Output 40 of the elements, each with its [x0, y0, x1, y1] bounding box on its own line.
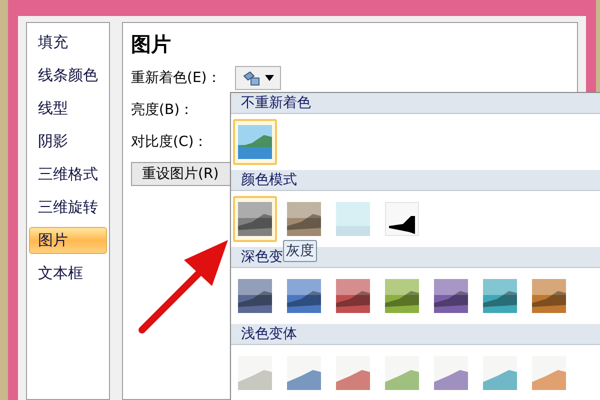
category-item[interactable]: 线条颜色 [29, 62, 107, 89]
brightness-label: 亮度(B)： [131, 101, 194, 119]
category-item[interactable]: 文本框 [29, 260, 107, 287]
recolor-icon [242, 70, 260, 86]
category-item[interactable]: 图片 [29, 227, 107, 254]
landscape-thumbnail-icon [483, 279, 517, 313]
landscape-thumbnail-icon [287, 202, 321, 236]
landscape-thumbnail-icon [287, 279, 321, 313]
landscape-thumbnail-icon [287, 356, 321, 390]
landscape-thumbnail-icon [385, 202, 419, 236]
landscape-thumbnail-icon [434, 279, 468, 313]
category-item[interactable]: 三维格式 [29, 161, 107, 188]
landscape-thumbnail-icon [336, 202, 370, 236]
category-item[interactable]: 阴影 [29, 128, 107, 155]
landscape-thumbnail-icon [483, 356, 517, 390]
landscape-thumbnail-icon [385, 279, 419, 313]
category-item[interactable]: 三维旋转 [29, 194, 107, 221]
landscape-thumbnail-icon [238, 202, 272, 236]
landscape-thumbnail-icon [238, 125, 272, 159]
category-item[interactable]: 填充 [29, 29, 107, 56]
landscape-thumbnail-icon [336, 279, 370, 313]
tooltip: 灰度 [283, 240, 317, 262]
landscape-thumbnail-icon [532, 279, 566, 313]
landscape-thumbnail-icon [238, 356, 272, 390]
category-item[interactable]: 线型 [29, 95, 107, 122]
panel-heading: 图片 [131, 31, 172, 58]
recolor-option[interactable] [233, 196, 277, 242]
contrast-label: 对比度(C)： [131, 133, 208, 151]
section-header: 不重新着色 [231, 93, 600, 114]
recolor-label: 重新着色(E)： [131, 69, 221, 87]
landscape-thumbnail-icon [434, 356, 468, 390]
section-header: 颜色模式 [231, 170, 600, 191]
landscape-thumbnail-icon [385, 356, 419, 390]
landscape-thumbnail-icon [336, 356, 370, 390]
recolor-option[interactable] [233, 119, 277, 165]
caret-icon [264, 75, 274, 81]
recolor-dropdown[interactable] [234, 66, 281, 90]
section-header: 浅色变体 [231, 324, 600, 345]
landscape-thumbnail-icon [532, 356, 566, 390]
landscape-thumbnail-icon [238, 279, 272, 313]
